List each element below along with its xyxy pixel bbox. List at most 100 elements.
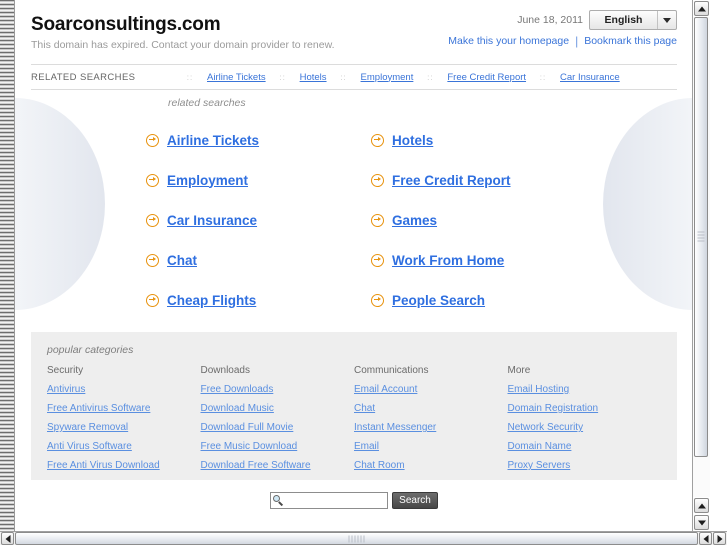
related-link-car-insurance[interactable]: Car Insurance <box>167 213 257 228</box>
related-link-hotels[interactable]: Hotels <box>392 133 433 148</box>
header-action-links: Make this your homepage | Bookmark this … <box>448 34 677 48</box>
related-link-employment[interactable]: Employment <box>167 173 248 188</box>
horizontal-scroll-thumb[interactable] <box>15 532 698 545</box>
vertical-scrollbar[interactable] <box>692 0 710 531</box>
scroll-down-button[interactable] <box>694 515 709 530</box>
category-title: Communications <box>354 365 429 376</box>
category-link[interactable]: Network Security <box>508 422 662 433</box>
related-link-row[interactable]: Work From Home <box>371 240 586 280</box>
nav-link-free-credit-report[interactable]: Free Credit Report <box>447 72 526 83</box>
date-and-language-row: June 18, 2011 English <box>448 10 677 30</box>
page-content: Soarconsultings.com This domain has expi… <box>15 0 710 531</box>
header-links-separator: | <box>575 34 579 48</box>
search-box[interactable] <box>270 492 420 509</box>
related-link-cheap-flights[interactable]: Cheap Flights <box>167 293 256 308</box>
scroll-left-button[interactable] <box>1 532 14 545</box>
magnifier-icon <box>273 495 284 506</box>
category-link[interactable]: Chat <box>354 403 508 414</box>
category-link[interactable]: Antivirus <box>47 384 201 395</box>
category-link[interactable]: Email <box>354 441 508 452</box>
nav-separator: :: <box>427 72 434 82</box>
related-link-row[interactable]: Chat <box>146 240 361 280</box>
horizontal-scrollbar[interactable] <box>0 531 727 545</box>
category-link[interactable]: Download Free Software <box>201 460 355 471</box>
arrow-circle-icon <box>146 213 159 227</box>
category-link[interactable]: Chat Room <box>354 460 508 471</box>
category-link[interactable]: Free Music Download <box>201 441 355 452</box>
category-link[interactable]: Spyware Removal <box>47 422 201 433</box>
related-link-games[interactable]: Games <box>392 213 437 228</box>
category-link[interactable]: Anti Virus Software <box>47 441 201 452</box>
category-link[interactable]: Free Downloads <box>201 384 355 395</box>
arrow-circle-icon <box>371 133 384 147</box>
nav-link-hotels[interactable]: Hotels <box>300 72 327 83</box>
category-link[interactable]: Download Music <box>201 403 355 414</box>
scroll-right-button[interactable] <box>713 532 726 545</box>
category-link[interactable]: Domain Registration <box>508 403 662 414</box>
bookmark-page-link[interactable]: Bookmark this page <box>584 35 677 47</box>
related-searches-grid: Airline Tickets Hotels Employment Free C… <box>146 120 586 320</box>
related-link-chat[interactable]: Chat <box>167 253 197 268</box>
arrow-circle-icon <box>371 173 384 187</box>
nav-link-airline-tickets[interactable]: Airline Tickets <box>207 72 266 83</box>
arrow-circle-icon <box>371 293 384 307</box>
chevron-down-icon[interactable] <box>657 11 676 29</box>
category-title: Downloads <box>200 365 250 376</box>
vertical-scroll-track[interactable] <box>693 17 710 497</box>
related-link-airline-tickets[interactable]: Airline Tickets <box>167 133 259 148</box>
category-title: More <box>507 365 531 376</box>
category-title: Security <box>47 365 84 376</box>
related-searches-panel: related searches Airline Tickets Hotels … <box>15 90 693 320</box>
related-link-row[interactable]: Employment <box>146 160 361 200</box>
related-link-row[interactable]: Games <box>371 200 586 240</box>
related-link-people-search[interactable]: People Search <box>392 293 485 308</box>
arrow-right-icon <box>717 534 722 543</box>
related-searches-heading: related searches <box>168 97 246 109</box>
left-striped-gutter <box>0 0 15 531</box>
make-homepage-link[interactable]: Make this your homepage <box>448 35 569 47</box>
category-link[interactable]: Proxy Servers <box>508 460 662 471</box>
category-link[interactable]: Instant Messenger <box>354 422 508 433</box>
nav-separator: :: <box>186 72 194 82</box>
arrow-circle-icon <box>371 253 384 267</box>
magnifier-handle <box>278 501 284 506</box>
related-link-row[interactable]: Car Insurance <box>146 200 361 240</box>
nav-separator: :: <box>539 72 547 82</box>
arrow-left-icon <box>5 534 10 543</box>
category-link[interactable]: Free Anti Virus Download <box>47 460 201 471</box>
scroll-grip-icon <box>697 231 705 243</box>
horizontal-scroll-track[interactable] <box>15 532 698 545</box>
arrow-circle-icon <box>371 213 384 227</box>
related-link-row[interactable]: Airline Tickets <box>146 120 361 160</box>
scroll-up-button[interactable] <box>694 1 709 16</box>
decorative-circle-left <box>15 98 105 310</box>
scroll-up-button-secondary[interactable] <box>694 498 709 513</box>
related-link-work-from-home[interactable]: Work From Home <box>392 253 504 268</box>
nav-separator: :: <box>340 72 347 82</box>
category-link[interactable]: Email Account <box>354 384 508 395</box>
arrow-circle-icon <box>146 253 159 267</box>
vertical-scroll-thumb[interactable] <box>694 17 708 457</box>
category-column-downloads: Downloads Free Downloads Download Music … <box>201 365 355 479</box>
scroll-left-button-secondary[interactable] <box>699 532 712 545</box>
related-link-free-credit-report[interactable]: Free Credit Report <box>392 173 511 188</box>
category-column-security: Security Antivirus Free Antivirus Softwa… <box>47 365 201 479</box>
category-link[interactable]: Free Antivirus Software <box>47 403 201 414</box>
related-link-row[interactable]: Cheap Flights <box>146 280 361 320</box>
arrow-up-icon <box>697 6 706 11</box>
nav-link-car-insurance[interactable]: Car Insurance <box>560 72 620 83</box>
caret-down-shape <box>663 17 671 23</box>
nav-link-employment[interactable]: Employment <box>361 72 414 83</box>
language-select[interactable]: English <box>589 10 677 30</box>
related-link-row[interactable]: Free Credit Report <box>371 160 586 200</box>
arrow-circle-icon <box>146 293 159 307</box>
category-link[interactable]: Email Hosting <box>508 384 662 395</box>
decorative-circle-right <box>603 98 693 310</box>
related-searches-nav-label: RELATED SEARCHES <box>31 71 136 83</box>
category-link[interactable]: Download Full Movie <box>201 422 355 433</box>
search-button[interactable]: Search <box>392 492 438 509</box>
related-link-row[interactable]: Hotels <box>371 120 586 160</box>
category-link[interactable]: Domain Name <box>508 441 662 452</box>
language-select-value: English <box>604 14 643 26</box>
related-link-row[interactable]: People Search <box>371 280 586 320</box>
